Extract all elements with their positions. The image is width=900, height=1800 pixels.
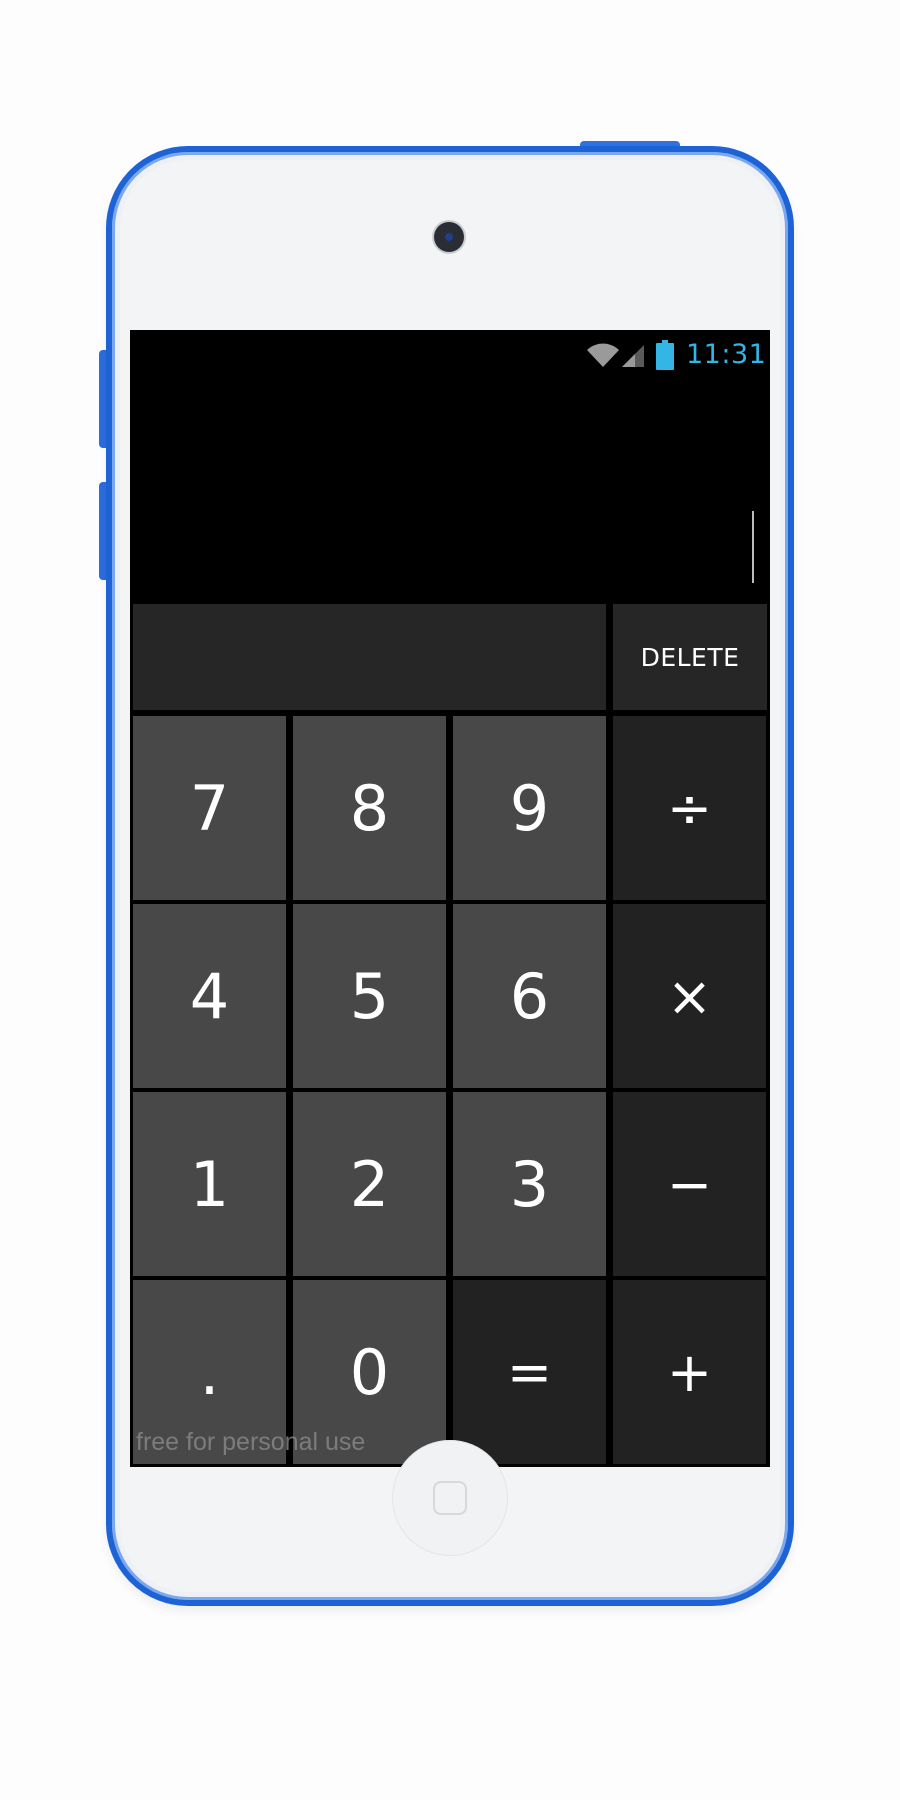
delete-button[interactable]: DELETE — [613, 604, 767, 710]
status-bar: 11:31 — [130, 330, 770, 380]
key-8[interactable]: 8 — [293, 716, 446, 900]
battery-icon — [656, 340, 674, 370]
home-button[interactable] — [392, 1440, 508, 1556]
status-time: 11:31 — [686, 339, 767, 370]
key-1[interactable]: 1 — [133, 1092, 286, 1276]
divide-button[interactable]: ÷ — [613, 716, 766, 900]
key-6[interactable]: 6 — [453, 904, 606, 1088]
calculator-screen: 11:31 DELETE 7 8 9 ÷ 4 5 6 × 1 2 3 − . 0… — [130, 330, 770, 1467]
control-row-spacer — [133, 604, 606, 710]
wifi-icon — [587, 343, 619, 367]
keypad: 7 8 9 ÷ 4 5 6 × 1 2 3 − . 0 = + — [130, 716, 770, 1467]
multiply-button[interactable]: × — [613, 904, 766, 1088]
key-9[interactable]: 9 — [453, 716, 606, 900]
cell-signal-icon — [622, 345, 644, 367]
key-4[interactable]: 4 — [133, 904, 286, 1088]
watermark-text: free for personal use — [136, 1428, 366, 1456]
minus-button[interactable]: − — [613, 1092, 766, 1276]
key-3[interactable]: 3 — [453, 1092, 606, 1276]
device-mockup: 11:31 DELETE 7 8 9 ÷ 4 5 6 × 1 2 3 − . 0… — [0, 0, 900, 1800]
plus-button[interactable]: + — [613, 1280, 766, 1464]
key-7[interactable]: 7 — [133, 716, 286, 900]
calculator-display[interactable] — [130, 380, 770, 600]
text-cursor — [752, 511, 754, 583]
key-5[interactable]: 5 — [293, 904, 446, 1088]
key-2[interactable]: 2 — [293, 1092, 446, 1276]
camera-icon — [434, 222, 464, 252]
control-row: DELETE — [130, 602, 770, 712]
equals-button[interactable]: = — [453, 1280, 606, 1464]
